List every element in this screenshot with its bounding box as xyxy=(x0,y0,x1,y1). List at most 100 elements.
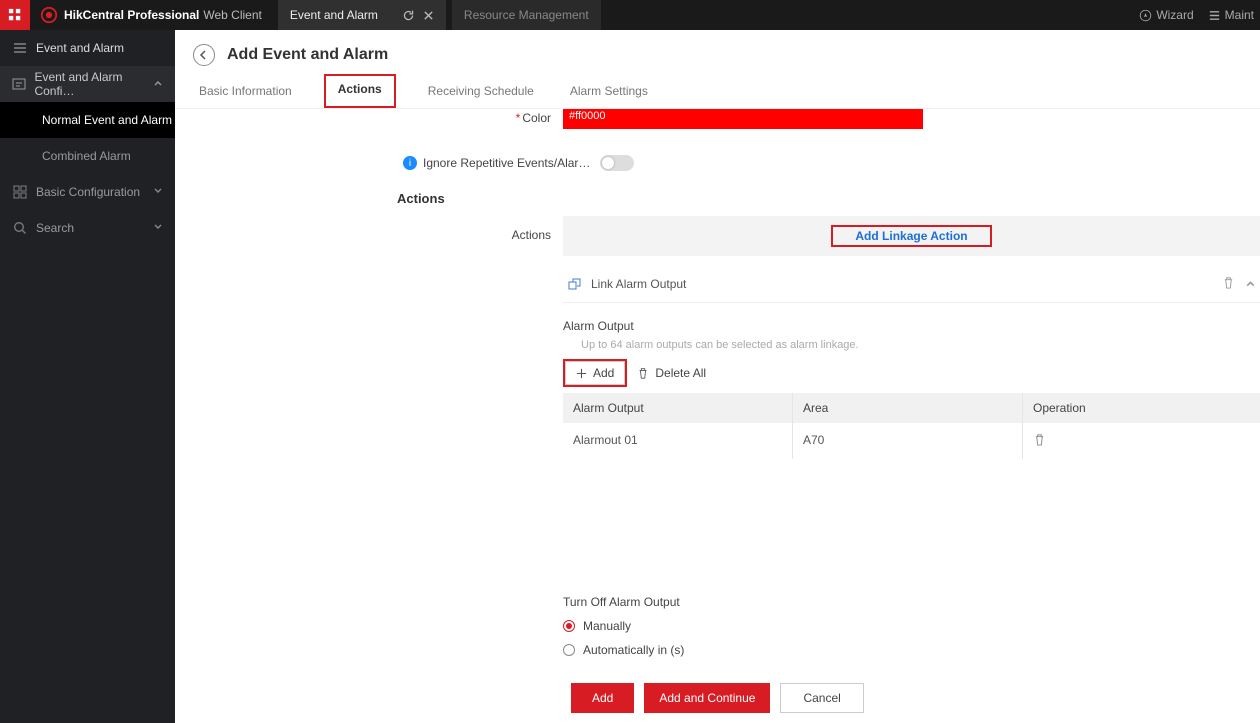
chevron-up-icon xyxy=(153,77,163,91)
brand-logo-icon xyxy=(40,6,58,24)
col-area: Area xyxy=(793,393,1023,423)
sidebar-normal-label: Normal Event and Alarm xyxy=(42,113,172,127)
back-button[interactable] xyxy=(193,44,215,66)
ignore-repetitive-label: Ignore Repetitive Events/Alar… xyxy=(423,156,590,170)
collapse-panel-button[interactable] xyxy=(1245,277,1256,292)
arrow-left-icon xyxy=(198,49,210,61)
cell-area: A70 xyxy=(793,423,1023,459)
apps-menu-button[interactable] xyxy=(0,0,30,30)
col-operation: Operation xyxy=(1023,393,1260,423)
turn-off-alarm-output-label: Turn Off Alarm Output xyxy=(563,595,1260,609)
brand-name: HikCentral Professional xyxy=(64,8,199,22)
subtab-alarm-settings[interactable]: Alarm Settings xyxy=(566,76,652,108)
maintenance-label: Maint xyxy=(1225,8,1254,22)
radio-icon xyxy=(563,620,575,632)
radio-icon xyxy=(563,644,575,656)
brand-sub: Web Client xyxy=(203,8,261,22)
delete-panel-button[interactable] xyxy=(1222,276,1235,292)
add-linkage-action-button[interactable]: Add Linkage Action xyxy=(833,221,989,251)
top-tab-label: Resource Management xyxy=(464,8,589,22)
sidebar-item-search[interactable]: Search xyxy=(0,210,175,246)
top-tab-label: Event and Alarm xyxy=(290,8,378,22)
radio-manually[interactable]: Manually xyxy=(563,619,1260,633)
top-right-tools: Wizard Maint xyxy=(1139,8,1260,22)
color-label: Color xyxy=(522,111,551,125)
highlight-frame: Add xyxy=(563,359,627,387)
subtab-actions[interactable]: Actions xyxy=(324,74,396,108)
top-tab-resource-management[interactable]: Resource Management xyxy=(452,0,601,30)
apps-grid-icon xyxy=(8,8,22,22)
table-row: Alarmout 01 A70 xyxy=(563,423,1260,459)
trash-icon xyxy=(1222,276,1235,289)
grid-icon xyxy=(12,185,28,199)
table-empty-area xyxy=(563,459,1260,569)
radio-manually-label: Manually xyxy=(583,619,631,633)
linkage-action-bar: Add Linkage Action xyxy=(563,216,1260,256)
sidebar-item-combined-alarm[interactable]: Combined Alarm xyxy=(0,138,175,174)
color-value-field[interactable]: #ff0000 xyxy=(563,109,923,129)
trash-icon xyxy=(637,367,649,379)
col-alarm-output: Alarm Output xyxy=(563,393,793,423)
required-asterisk: * xyxy=(516,111,521,125)
chevron-down-icon xyxy=(153,221,163,235)
wizard-link[interactable]: Wizard xyxy=(1139,8,1193,22)
subtab-schedule[interactable]: Receiving Schedule xyxy=(424,76,538,108)
section-actions-title: Actions xyxy=(175,171,1260,216)
add-button[interactable]: Add xyxy=(571,683,634,713)
main-panel: Add Event and Alarm Basic Information Ac… xyxy=(175,30,1260,723)
plus-icon xyxy=(576,368,587,379)
delete-all-button[interactable]: Delete All xyxy=(637,366,706,380)
sidebar-item-basic-config[interactable]: Basic Configuration xyxy=(0,174,175,210)
sidebar-item-config[interactable]: Event and Alarm Confi… xyxy=(0,66,175,102)
color-label-wrap: *Color xyxy=(175,111,563,125)
trash-icon xyxy=(1033,433,1046,446)
subtab-basic-info[interactable]: Basic Information xyxy=(195,76,296,108)
link-alarm-icon xyxy=(567,276,583,292)
ignore-repetitive-toggle[interactable] xyxy=(600,155,634,171)
cell-alarm-output: Alarmout 01 xyxy=(563,423,793,459)
refresh-icon[interactable] xyxy=(402,9,415,22)
link-alarm-output-title: Link Alarm Output xyxy=(591,277,686,291)
radio-automatically[interactable]: Automatically in (s) xyxy=(563,643,1260,657)
actions-row-label: Actions xyxy=(175,216,563,242)
content-scroll[interactable]: *Color #ff0000 i Ignore Repetitive Event… xyxy=(175,109,1260,723)
radio-auto-label: Automatically in (s) xyxy=(583,643,684,657)
search-icon xyxy=(12,221,28,235)
sidebar-item-normal-event[interactable]: Normal Event and Alarm xyxy=(0,102,175,138)
page-title: Add Event and Alarm xyxy=(227,46,388,64)
add-alarm-output-button[interactable]: Add xyxy=(565,361,625,385)
top-tabstrip: Event and Alarm Resource Management xyxy=(278,0,601,30)
alarm-output-hint: Up to 64 alarm outputs can be selected a… xyxy=(563,333,1260,359)
config-icon xyxy=(12,77,26,91)
alarm-output-table: Alarm Output Area Operation Alarmout 01 … xyxy=(563,393,1260,569)
row-delete-button[interactable] xyxy=(1033,435,1046,449)
sidebar-search-label: Search xyxy=(36,221,74,235)
main-header: Add Event and Alarm xyxy=(175,30,1260,76)
compass-icon xyxy=(1139,9,1152,22)
chevron-up-icon xyxy=(1245,278,1256,289)
sidebar-config-label: Event and Alarm Confi… xyxy=(34,70,153,98)
add-button-label: Add xyxy=(593,366,614,380)
menu-icon xyxy=(1208,9,1221,22)
sidebar: Event and Alarm Event and Alarm Confi… N… xyxy=(0,30,175,723)
wizard-label: Wizard xyxy=(1156,8,1193,22)
sidebar-combined-label: Combined Alarm xyxy=(42,149,131,163)
delete-all-label: Delete All xyxy=(655,366,706,380)
add-and-continue-button[interactable]: Add and Continue xyxy=(644,683,770,713)
subtab-bar: Basic Information Actions Receiving Sche… xyxy=(175,76,1260,109)
cancel-button[interactable]: Cancel xyxy=(780,683,863,713)
top-tab-event-alarm[interactable]: Event and Alarm xyxy=(278,0,446,30)
brand: HikCentral Professional Web Client xyxy=(30,0,272,30)
close-icon[interactable] xyxy=(423,10,434,21)
sidebar-basic-label: Basic Configuration xyxy=(36,185,140,199)
sidebar-root-label: Event and Alarm xyxy=(36,41,124,55)
alarm-output-sublabel: Alarm Output xyxy=(563,319,1260,333)
link-alarm-output-panel: Link Alarm Output Alarm Output Up to 64 … xyxy=(563,270,1260,657)
footer-actions: Add Add and Continue Cancel xyxy=(175,669,1260,723)
chevron-down-icon xyxy=(153,185,163,199)
top-bar: HikCentral Professional Web Client Event… xyxy=(0,0,1260,30)
info-icon[interactable]: i xyxy=(403,156,417,170)
maintenance-link[interactable]: Maint xyxy=(1208,8,1254,22)
highlight-frame: Add Linkage Action xyxy=(831,225,991,247)
sidebar-root[interactable]: Event and Alarm xyxy=(0,30,175,66)
